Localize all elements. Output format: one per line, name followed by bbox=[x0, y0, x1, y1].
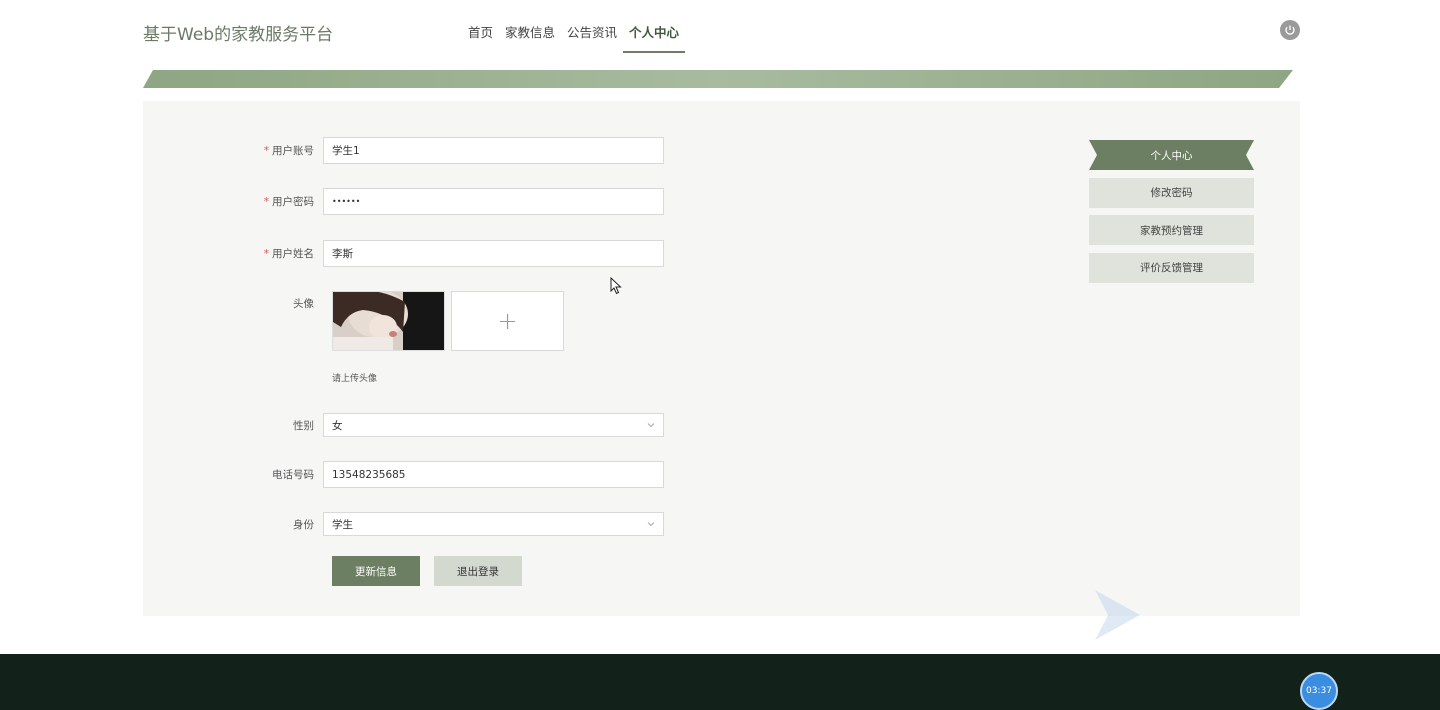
phone-label: 电话号码 bbox=[272, 469, 314, 481]
avatar-image[interactable] bbox=[332, 291, 445, 351]
gender-label: 性别 bbox=[293, 419, 314, 432]
phone-row: 电话号码 13548235685 bbox=[143, 461, 664, 488]
account-label: * 用户账号 bbox=[263, 145, 314, 157]
logout-button[interactable]: 退出登录 bbox=[434, 556, 522, 586]
content-panel: * 用户账号 学生1 * 用户密码 •••••• * 用户姓名 李斯 头像 + 请上传… bbox=[143, 101, 1300, 616]
avatar-upload-button[interactable]: + bbox=[451, 291, 564, 351]
account-row: * 用户账号 学生1 bbox=[143, 137, 664, 164]
avatar-label: 头像 bbox=[293, 298, 314, 310]
watermark-logo-icon bbox=[1095, 590, 1140, 640]
update-info-button[interactable]: 更新信息 bbox=[332, 556, 420, 586]
role-select[interactable]: 学生 bbox=[323, 512, 664, 536]
name-label: * 用户姓名 bbox=[263, 248, 314, 260]
password-label: * 用户密码 bbox=[263, 196, 314, 208]
role-row: 身份 学生 bbox=[143, 512, 664, 536]
nav-home[interactable]: 首页 bbox=[462, 14, 499, 53]
power-icon[interactable] bbox=[1280, 20, 1300, 40]
side-item-change-password[interactable]: 修改密码 bbox=[1089, 177, 1254, 208]
side-item-personal-center[interactable]: 个人中心 bbox=[1089, 140, 1254, 170]
gender-select[interactable]: 女 bbox=[323, 413, 664, 437]
side-item-feedback[interactable]: 评价反馈管理 bbox=[1089, 252, 1254, 283]
role-label: 身份 bbox=[293, 518, 314, 531]
side-menu: 个人中心 修改密码 家教预约管理 评价反馈管理 bbox=[1089, 140, 1254, 290]
timer-badge: 03:37 bbox=[1300, 672, 1338, 710]
name-input[interactable]: 李斯 bbox=[323, 240, 664, 267]
top-header: 基于Web的家教服务平台 首页 家教信息 公告资讯 个人中心 bbox=[0, 0, 1440, 60]
decorative-banner bbox=[143, 70, 1293, 88]
account-input[interactable]: 学生1 bbox=[323, 137, 664, 164]
chevron-down-icon bbox=[647, 522, 655, 527]
name-row: * 用户姓名 李斯 bbox=[143, 240, 664, 267]
gender-row: 性别 女 bbox=[143, 413, 664, 437]
nav-personal-center[interactable]: 个人中心 bbox=[623, 14, 686, 53]
password-row: * 用户密码 •••••• bbox=[143, 188, 664, 215]
main-nav: 首页 家教信息 公告资讯 个人中心 bbox=[462, 14, 686, 53]
avatar-hint: 请上传头像 bbox=[332, 374, 378, 384]
password-input[interactable]: •••••• bbox=[323, 188, 664, 215]
site-title: 基于Web的家教服务平台 bbox=[143, 25, 334, 45]
footer bbox=[0, 654, 1440, 710]
nav-tutor-info[interactable]: 家教信息 bbox=[499, 14, 561, 53]
mouse-cursor-icon bbox=[610, 277, 622, 295]
chevron-down-icon bbox=[647, 423, 655, 428]
side-item-tutor-booking[interactable]: 家教预约管理 bbox=[1089, 215, 1254, 245]
phone-input[interactable]: 13548235685 bbox=[323, 461, 664, 488]
nav-announcements[interactable]: 公告资讯 bbox=[561, 14, 623, 53]
